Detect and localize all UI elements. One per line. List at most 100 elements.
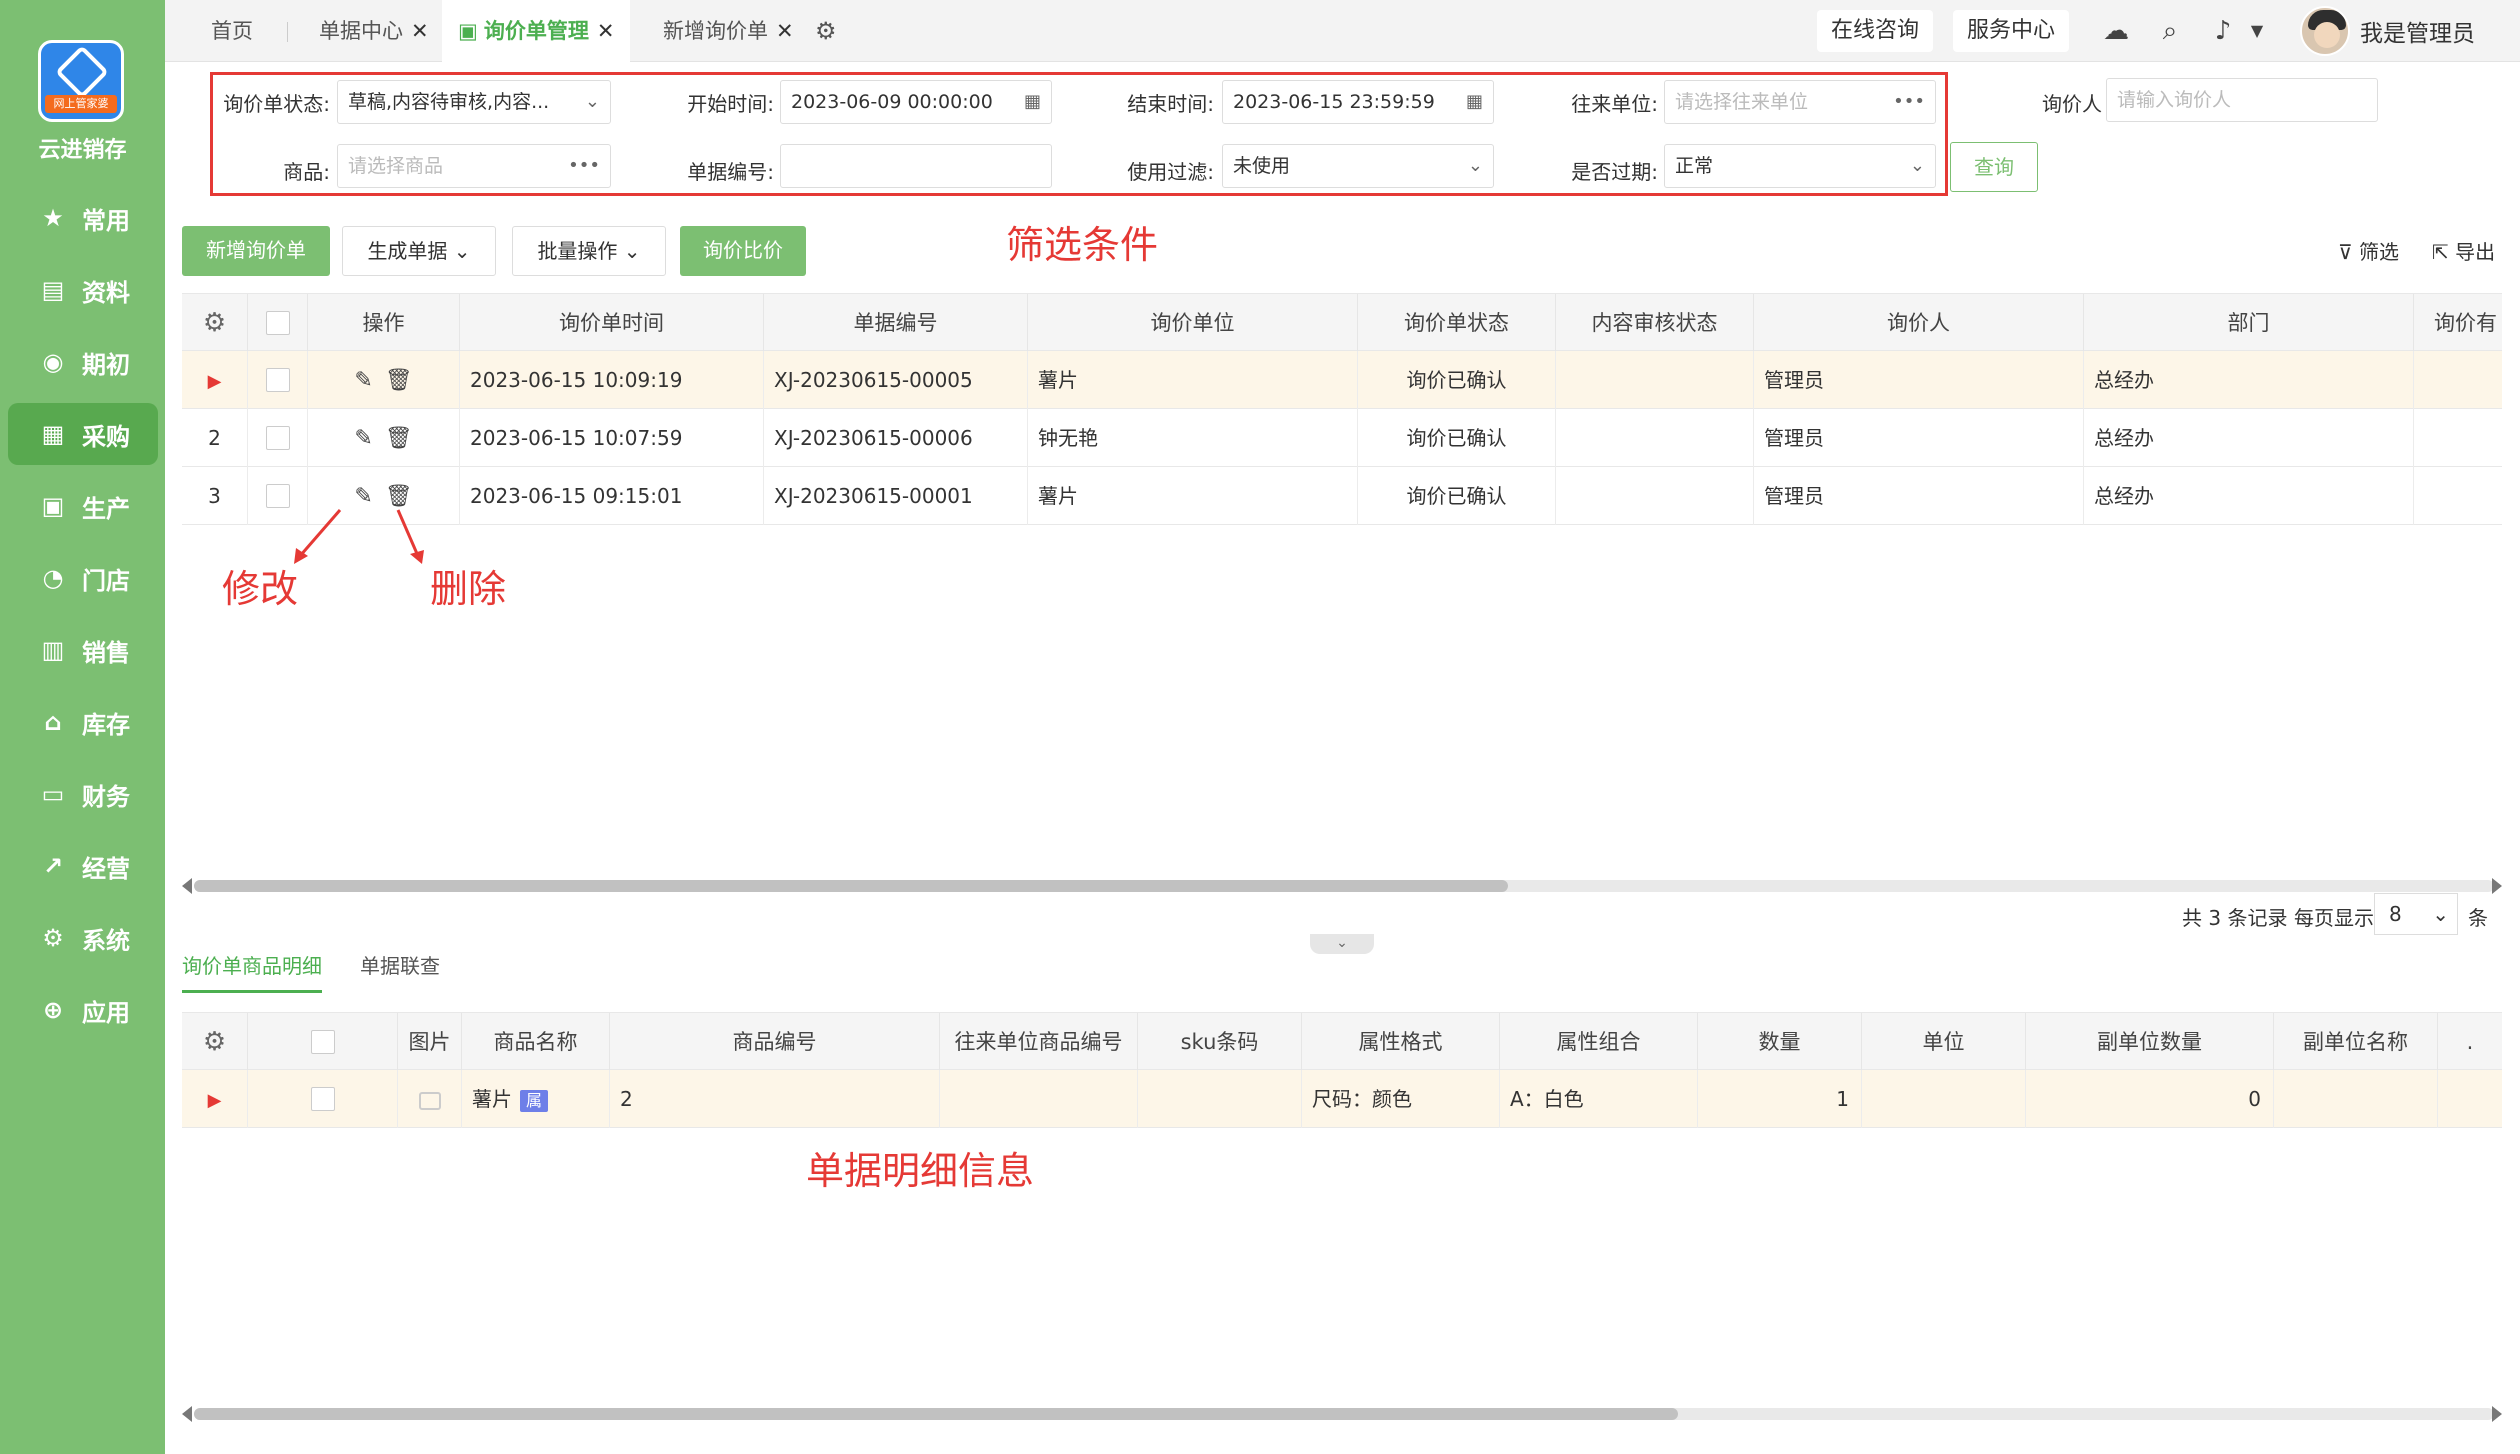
doc-no-input[interactable] — [780, 144, 1052, 188]
cell-attr-combo: A：白色 — [1500, 1070, 1698, 1128]
inquiry-table: ⚙ 操作 询价单时间 单据编号 询价单位 询价单状态 内容审核状态 询价人 部门… — [182, 293, 2502, 525]
scroll-left-arrow[interactable] — [182, 878, 192, 894]
logo-band: 网上管家婆 — [45, 95, 117, 113]
select-all-checkbox[interactable] — [311, 1030, 335, 1054]
column-settings[interactable]: ⚙ — [182, 294, 248, 352]
sidebar-item-sales[interactable]: ▥ 销售 — [8, 619, 158, 681]
filter-link[interactable]: ⊽ 筛选 — [2338, 236, 2399, 265]
close-icon[interactable]: ✕ — [411, 19, 429, 43]
edit-icon[interactable]: ✎ — [354, 352, 372, 409]
table-row[interactable]: 2 ✎ 🗑 2023-06-15 10:07:59 XJ-20230615-000… — [182, 409, 2502, 467]
goods-input[interactable]: 请选择商品 ••• — [337, 144, 611, 188]
sidebar-item-common[interactable]: ★ 常用 — [8, 187, 158, 249]
more-icon[interactable]: ••• — [568, 145, 600, 187]
expired-select[interactable]: 正常 ⌄ — [1664, 144, 1936, 188]
collapse-handle[interactable]: ⌄ — [1310, 934, 1374, 954]
sidebar-item-apps[interactable]: ⊕ 应用 — [8, 979, 158, 1041]
batch-ops-button[interactable]: 批量操作 ⌄ — [512, 226, 666, 276]
table-row[interactable]: 3 ✎ 🗑 2023-06-15 09:15:01 XJ-20230615-000… — [182, 467, 2502, 525]
price-compare-button[interactable]: 询价比价 — [680, 226, 806, 276]
start-time-label: 开始时间: — [687, 92, 774, 116]
cloud-download-icon[interactable]: ☁ — [2101, 16, 2131, 46]
sidebar-item-system[interactable]: ⚙ 系统 — [8, 907, 158, 969]
cell-sub-qty: 0 — [2026, 1070, 2274, 1128]
more-icon[interactable]: ••• — [1893, 81, 1925, 123]
new-inquiry-button[interactable]: 新增询价单 — [182, 226, 330, 276]
use-filter-select[interactable]: 未使用 ⌄ — [1222, 144, 1494, 188]
gear-icon[interactable]: ⚙ — [203, 1027, 226, 1057]
tab-home[interactable]: 首页 — [211, 0, 253, 62]
doc-icon: ▤ — [41, 276, 65, 304]
tab-inquiry-management[interactable]: ▣ 询价单管理 ✕ — [442, 0, 631, 62]
trash-icon[interactable]: 🗑 — [385, 352, 413, 409]
scroll-left-arrow[interactable] — [182, 1406, 192, 1422]
subtab-doc-link[interactable]: 单据联查 — [360, 950, 440, 979]
sidebar-item-purchase[interactable]: ▦ 采购 — [8, 403, 158, 465]
end-time-input[interactable]: 2023-06-15 23:59:59 ▦ — [1222, 80, 1494, 124]
search-icon[interactable]: ⌕ — [2155, 16, 2185, 46]
wallet-icon: ▭ — [41, 780, 65, 808]
cell-doc-no[interactable]: XJ-20230615-00001 — [764, 467, 1028, 525]
row-checkbox[interactable] — [266, 368, 290, 392]
row-checkbox[interactable] — [311, 1087, 335, 1111]
end-time-label: 结束时间: — [1127, 92, 1214, 116]
calendar-icon[interactable]: ▦ — [1024, 81, 1041, 123]
cell-dept: 总经办 — [2084, 409, 2414, 467]
main-scrollbar-thumb[interactable] — [194, 880, 1508, 892]
col-goods-name: 商品名称 — [462, 1013, 610, 1071]
document-icon: ▣ — [458, 19, 478, 43]
trash-icon[interactable]: 🗑 — [385, 410, 413, 467]
avatar[interactable] — [2300, 6, 2350, 56]
sidebar-item-store[interactable]: ◔ 门店 — [8, 547, 158, 609]
tab-document-center[interactable]: 单据中心 ✕ — [319, 0, 429, 62]
cell-status: 询价已确认 — [1358, 351, 1556, 409]
sidebar-item-data[interactable]: ▤ 资料 — [8, 259, 158, 321]
online-consult-button[interactable]: 在线咨询 — [1817, 10, 1934, 52]
detail-column-settings[interactable]: ⚙ — [182, 1013, 248, 1071]
scroll-right-arrow[interactable] — [2492, 878, 2502, 894]
col-valid: 询价有 — [2434, 311, 2497, 335]
start-time-input[interactable]: 2023-06-09 00:00:00 ▦ — [780, 80, 1052, 124]
tab-settings-icon[interactable]: ⚙ — [815, 0, 837, 62]
select-all[interactable] — [248, 294, 308, 352]
tab-new-inquiry[interactable]: 新增询价单 ✕ — [663, 0, 794, 62]
bell-icon[interactable]: ♪ — [2208, 16, 2238, 46]
service-center-button[interactable]: 服务中心 — [1953, 10, 2070, 52]
sidebar-item-production[interactable]: ▣ 生产 — [8, 475, 158, 537]
close-icon[interactable]: ✕ — [776, 19, 794, 43]
col-image: 图片 — [398, 1013, 462, 1071]
row-checkbox[interactable] — [266, 426, 290, 450]
scroll-right-arrow[interactable] — [2492, 1406, 2502, 1422]
table-row[interactable]: ▶ ✎ 🗑 2023-06-15 10:09:19 XJ-20230615-000… — [182, 351, 2502, 409]
col-attr-combo: 属性组合 — [1500, 1013, 1698, 1071]
query-button[interactable]: 查询 — [1950, 142, 2038, 192]
cell-inquirer: 管理员 — [1754, 409, 2084, 467]
sidebar-item-business[interactable]: ↗ 经营 — [8, 835, 158, 897]
cell-doc-no[interactable]: XJ-20230615-00005 — [764, 351, 1028, 409]
inquirer-input[interactable]: 请输入询价人 — [2106, 78, 2378, 122]
table-row[interactable]: ▶ 薯片属 2 尺码：颜色 A：白色 1 0 — [182, 1070, 2502, 1128]
sidebar-item-finance[interactable]: ▭ 财务 — [8, 763, 158, 825]
calendar-icon[interactable]: ▦ — [1466, 81, 1483, 123]
select-all-checkbox[interactable] — [266, 311, 290, 335]
cell-doc-no[interactable]: XJ-20230615-00006 — [764, 409, 1028, 467]
gear-icon[interactable]: ⚙ — [203, 308, 226, 338]
generate-doc-button[interactable]: 生成单据 ⌄ — [342, 226, 496, 276]
subtab-goods-detail[interactable]: 询价单商品明细 — [182, 950, 322, 979]
edit-icon[interactable]: ✎ — [354, 410, 372, 467]
detail-scrollbar-thumb[interactable] — [194, 1408, 1678, 1420]
export-link[interactable]: ⇱ 导出 — [2432, 236, 2495, 265]
close-icon[interactable]: ✕ — [597, 19, 615, 43]
app-logo[interactable]: 网上管家婆 — [38, 40, 124, 122]
username[interactable]: 我是管理员 — [2360, 14, 2475, 48]
partner-input[interactable]: 请选择往来单位 ••• — [1664, 80, 1936, 124]
col-sku: sku条码 — [1138, 1013, 1302, 1071]
per-page-select[interactable]: 8 ⌄ — [2374, 893, 2458, 935]
cell-qty: 1 — [1698, 1070, 1862, 1128]
detail-select-all[interactable] — [248, 1013, 398, 1071]
sidebar-item-opening[interactable]: ◉ 期初 — [8, 331, 158, 393]
arrow-to-edit — [298, 509, 342, 557]
chevron-down-icon[interactable]: ▼ — [2242, 16, 2272, 46]
sidebar-item-stock[interactable]: ⌂ 库存 — [8, 691, 158, 753]
status-select[interactable]: 草稿,内容待审核,内容... ⌄ — [337, 80, 611, 124]
